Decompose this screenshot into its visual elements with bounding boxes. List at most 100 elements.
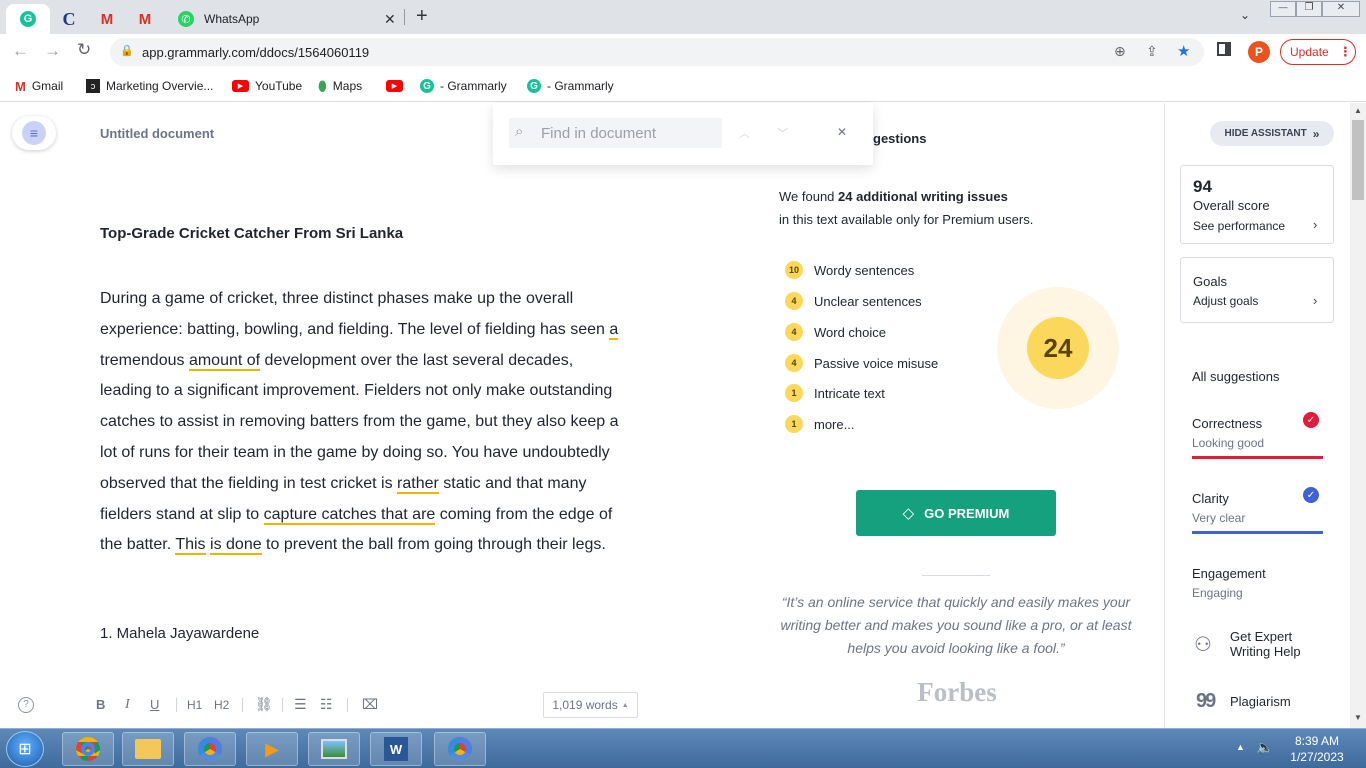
engagement-tab[interactable]: Engagement Engaging <box>1192 561 1323 605</box>
document-body[interactable]: During a game of cricket, three distinct… <box>100 284 740 561</box>
scroll-down-icon[interactable]: ▼ <box>1354 713 1362 722</box>
clarity-tab[interactable]: Clarity Very clear ✓ <box>1192 486 1323 534</box>
update-button[interactable]: Update ⋮ <box>1280 39 1356 65</box>
underline-button[interactable]: U <box>150 697 159 712</box>
taskbar-media-player[interactable]: ▶ <box>246 732 298 766</box>
scrollbar-thumb[interactable] <box>1352 120 1364 200</box>
toolbar-divider <box>176 698 177 712</box>
back-icon[interactable]: ← <box>12 41 29 61</box>
start-button[interactable]: ⊞ <box>6 731 44 767</box>
media-player-icon: ▶ <box>265 738 279 759</box>
chevron-down-icon[interactable]: ﹀ <box>777 125 788 141</box>
page-scrollbar[interactable]: ▲ ▼ <box>1350 103 1366 728</box>
sidebar-divider <box>1164 103 1165 728</box>
word-count-button[interactable]: 1,019 words ▲ <box>543 692 638 718</box>
bookmark-youtube[interactable]: ▶ YouTube <box>232 70 302 102</box>
text-line: fielders stand at slip to capture catche… <box>100 505 613 525</box>
forward-icon[interactable]: → <box>44 41 61 61</box>
side-panel-icon[interactable] <box>1217 42 1231 56</box>
issue-item-more[interactable]: 1 more... <box>785 414 854 434</box>
adjust-goals-link[interactable]: Adjust goals <box>1193 294 1258 308</box>
suggestions-header: gestions <box>873 131 927 146</box>
taskbar-photos[interactable] <box>308 732 360 766</box>
tab-grammarly[interactable]: G <box>6 4 50 34</box>
taskbar-chrome-k[interactable] <box>434 732 486 766</box>
clarity-status: Very clear <box>1192 511 1246 525</box>
plagiarism-item[interactable]: 99 Plagiarism <box>1192 690 1332 714</box>
grammarly-icon: G <box>420 79 434 93</box>
taskbar-chrome[interactable] <box>184 732 236 766</box>
zoom-icon[interactable]: ⊕ <box>1114 43 1126 60</box>
share-icon[interactable]: ⇪ <box>1146 43 1158 60</box>
clarity-label: Clarity <box>1192 491 1229 506</box>
doc-title[interactable]: Untitled document <box>100 126 214 141</box>
tab-gmail-2[interactable]: M <box>126 4 164 34</box>
list-item[interactable]: 1. Mahela Jayawardene <box>100 625 259 642</box>
suggestion-underline[interactable]: rather <box>397 474 439 494</box>
suggestion-underline[interactable]: capture catches that are <box>263 505 436 525</box>
bookmark-gmail[interactable]: M Gmail <box>15 70 63 102</box>
see-performance-link[interactable]: See performance <box>1193 219 1285 233</box>
help-icon[interactable]: ? <box>18 697 34 713</box>
bold-button[interactable]: B <box>96 697 105 712</box>
restore-icon[interactable]: ❐ <box>1296 1 1322 17</box>
all-suggestions-tab[interactable]: All suggestions <box>1192 369 1279 384</box>
italic-button[interactable]: I <box>125 697 130 713</box>
taskbar-chrome-profile[interactable] <box>62 732 114 766</box>
bookmark-grammarly-2[interactable]: G - Grammarly <box>527 70 614 102</box>
ordered-list-icon[interactable]: ☰ <box>294 696 307 713</box>
chevron-up-icon[interactable]: ︿ <box>739 125 750 141</box>
suggestion-underline[interactable]: is done <box>210 536 262 556</box>
close-find-icon[interactable]: ✕ <box>837 125 847 139</box>
tab-whatsapp[interactable]: ✆ WhatsApp ✕ <box>166 4 402 34</box>
correctness-tab[interactable]: Correctness Looking good ✓ <box>1192 411 1323 459</box>
close-tab-icon[interactable]: ✕ <box>384 11 396 28</box>
tab-gmail-1[interactable]: M <box>88 4 126 34</box>
clock[interactable]: 8:39 AM 1/27/2023 <box>1282 733 1352 765</box>
bookmark-grammarly-1[interactable]: G - Grammarly <box>420 70 507 102</box>
overall-score-label: Overall score <box>1193 198 1270 213</box>
bullet-list-icon[interactable]: ☷ <box>320 696 333 713</box>
minimize-icon[interactable]: — <box>1270 1 1296 17</box>
toolbar-divider <box>242 698 243 712</box>
bookmark-marketing[interactable]: ↄ Marketing Overvie... <box>86 70 213 102</box>
go-premium-label: GO PREMIUM <box>924 505 1010 521</box>
reload-icon[interactable]: ↻ <box>77 40 91 60</box>
clear-format-icon[interactable]: ⌧ <box>362 696 378 713</box>
suggestion-underline[interactable]: a <box>609 320 619 340</box>
show-hidden-icons[interactable]: ▲ <box>1236 742 1245 752</box>
expert-help-item[interactable]: ⚇ Get Expert Writing Help <box>1192 628 1332 664</box>
hide-assistant-button[interactable]: HIDE ASSISTANT » <box>1210 121 1334 146</box>
taskbar-word[interactable]: W <box>370 732 422 766</box>
update-label: Update <box>1290 45 1329 59</box>
link-icon[interactable]: ⛓ <box>255 696 273 713</box>
scroll-up-icon[interactable]: ▲ <box>1354 106 1362 115</box>
suggestion-underline[interactable]: This <box>175 536 206 556</box>
find-input[interactable]: ⌕ Find in document <box>509 118 722 148</box>
profile-avatar[interactable]: P <box>1248 41 1270 63</box>
close-window-icon[interactable]: ✕ <box>1322 1 1360 17</box>
text-line: tremendous amount of development over th… <box>100 351 574 371</box>
go-premium-button[interactable]: ◇ GO PREMIUM <box>856 490 1056 536</box>
correctness-label: Correctness <box>1192 416 1263 431</box>
new-tab-icon[interactable]: + <box>416 5 428 28</box>
window-controls: — ❐ ✕ <box>1270 1 1360 17</box>
overall-score-card[interactable]: 94 Overall score See performance › <box>1180 165 1334 244</box>
bookmark-star-icon[interactable]: ★ <box>1177 42 1190 60</box>
bookmark-maps[interactable]: ⬮ Maps <box>318 70 362 102</box>
chevron-down-icon[interactable]: ⌄ <box>1240 8 1250 22</box>
tab-c[interactable]: C <box>50 4 88 34</box>
grammarly-menu-button[interactable]: ≡ <box>12 116 56 150</box>
document-heading[interactable]: Top-Grade Cricket Catcher From Sri Lanka <box>100 225 403 242</box>
kebab-menu-icon[interactable]: ⋮ <box>1339 44 1352 60</box>
quote-icon: 99 <box>1196 690 1216 712</box>
h2-button[interactable]: H2 <box>214 698 229 712</box>
taskbar-explorer[interactable] <box>122 732 174 766</box>
bookmarks-bar: M Gmail ↄ Marketing Overvie... ▶ YouTube… <box>0 70 1366 102</box>
h1-button[interactable]: H1 <box>187 698 202 712</box>
bookmark-youtube-icon-only[interactable]: ▶ <box>386 70 403 102</box>
url-field[interactable]: 🔒 app.grammarly.com/ddocs/1564060119 ⊕ ⇪… <box>110 38 1204 66</box>
goals-card[interactable]: Goals Adjust goals › <box>1180 257 1334 323</box>
volume-icon[interactable]: 🔈 <box>1256 739 1273 756</box>
suggestion-underline[interactable]: amount of <box>188 351 261 371</box>
